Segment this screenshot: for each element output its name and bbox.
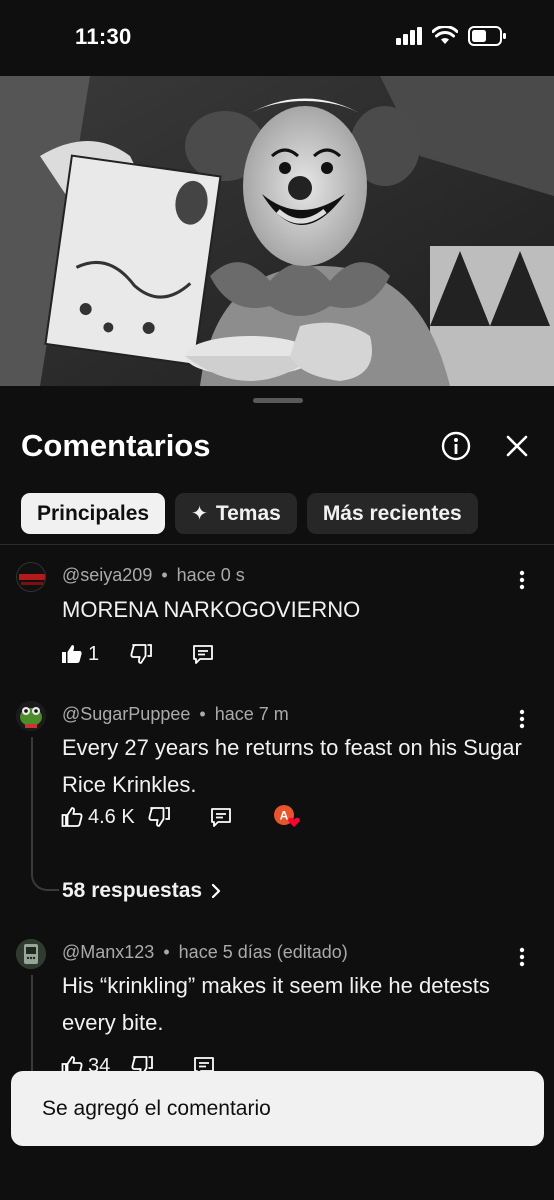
- comment-text: MORENA NARKOGOVIERNO: [62, 597, 361, 622]
- info-button[interactable]: [440, 430, 472, 462]
- status-icons: [396, 26, 506, 46]
- thumb-up-filled-icon: [62, 645, 82, 663]
- replies-label: 58 respuestas: [62, 879, 203, 902]
- close-button[interactable]: [503, 432, 531, 460]
- wifi-icon: [432, 26, 458, 44]
- like-button[interactable]: 1: [60, 642, 99, 666]
- dislike-button[interactable]: [147, 805, 171, 829]
- creator-initial: A: [279, 809, 288, 823]
- close-icon: [506, 435, 528, 457]
- thumb-down-icon: [148, 807, 170, 827]
- chip-label: Principales: [37, 501, 150, 525]
- thread-line: [31, 737, 33, 873]
- divider: [0, 544, 554, 545]
- sparkle-icon: ✦: [191, 503, 208, 525]
- video-frame: [0, 76, 554, 386]
- more-button[interactable]: [514, 707, 530, 731]
- like-button[interactable]: 4.6 K: [60, 805, 135, 829]
- comment-actions: 4.6 K A: [60, 804, 301, 830]
- drag-handle[interactable]: [253, 398, 303, 403]
- dislike-button[interactable]: [129, 642, 153, 666]
- comment-author[interactable]: @SugarPuppee: [62, 704, 190, 724]
- comment-meta: @Manx123 • hace 5 días (editado): [62, 942, 348, 963]
- creator-heart-icon: A: [273, 805, 300, 827]
- comment-author[interactable]: @Manx123: [62, 942, 154, 962]
- comment-text: Every 27 years he returns to feast on hi…: [62, 735, 522, 797]
- avatar-image: [17, 563, 45, 591]
- more-vert-icon: [519, 570, 525, 590]
- chip-label: Temas: [215, 501, 281, 525]
- meta-separator: •: [199, 704, 206, 724]
- comment-icon: [193, 645, 214, 664]
- more-vert-icon: [519, 709, 525, 729]
- comment-time[interactable]: hace 5 días (editado): [179, 942, 348, 962]
- like-count: 1: [88, 642, 100, 665]
- meta-separator: •: [163, 942, 170, 962]
- meta-separator: •: [161, 565, 168, 585]
- info-icon: [441, 431, 471, 461]
- chip-principales[interactable]: Principales: [21, 493, 166, 534]
- more-vert-icon: [519, 947, 525, 967]
- status-bar: 11:30: [0, 0, 554, 76]
- sheet-title: Comentarios: [21, 428, 211, 463]
- toast-text: Se agregó el comentario: [42, 1096, 271, 1120]
- battery-icon: [468, 26, 506, 46]
- chevron-right-icon: [211, 883, 221, 899]
- toast-notification: Se agregó el comentario: [11, 1071, 544, 1146]
- bottom-area: [0, 1146, 554, 1200]
- chip-mas-recientes[interactable]: Más recientes: [306, 493, 478, 534]
- comment-text: His “krinkling” makes it seem like he de…: [62, 973, 490, 1035]
- chip-label: Más recientes: [322, 501, 462, 525]
- reply-button[interactable]: [209, 805, 233, 829]
- like-count: 4.6 K: [88, 805, 135, 828]
- reply-button[interactable]: [191, 642, 215, 666]
- comment-time[interactable]: hace 0 s: [177, 565, 245, 585]
- avatar[interactable]: [16, 939, 46, 969]
- comment-actions: 1: [60, 642, 215, 666]
- cellular-signal-icon: [396, 27, 422, 45]
- creator-heart: A: [273, 804, 301, 830]
- video-player[interactable]: [0, 76, 554, 386]
- more-button[interactable]: [514, 568, 530, 592]
- status-time: 11:30: [75, 24, 132, 49]
- comment-time[interactable]: hace 7 m: [215, 704, 289, 724]
- comment-icon: [210, 808, 231, 827]
- avatar[interactable]: [16, 562, 46, 592]
- filter-chips: Principales ✦ Temas Más recientes: [21, 493, 478, 534]
- replies-button[interactable]: 58 respuestas: [62, 879, 222, 903]
- thumb-down-icon: [130, 644, 153, 664]
- comment-meta: @SugarPuppee • hace 7 m: [62, 704, 289, 725]
- comment-meta: @seiya209 • hace 0 s: [62, 565, 245, 586]
- thumb-up-icon: [61, 807, 83, 827]
- chip-temas[interactable]: ✦ Temas: [175, 493, 297, 534]
- avatar-image: [16, 701, 46, 731]
- comment-author[interactable]: @seiya209: [62, 565, 152, 585]
- more-button[interactable]: [514, 945, 530, 969]
- thread-curve: [31, 871, 59, 891]
- avatar[interactable]: [16, 701, 46, 731]
- avatar-image: [16, 939, 46, 969]
